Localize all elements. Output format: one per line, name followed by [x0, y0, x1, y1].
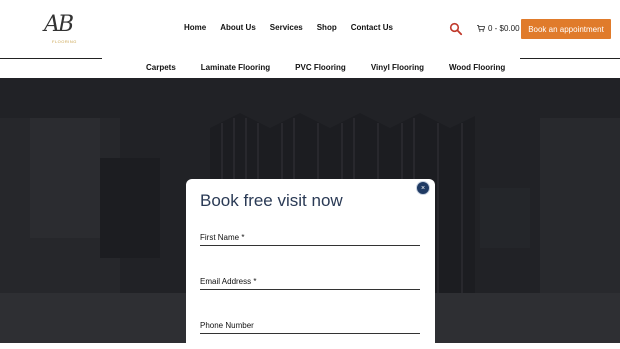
- close-icon: ×: [420, 184, 426, 192]
- search-icon[interactable]: [449, 22, 463, 36]
- modal-title: Book free visit now: [200, 191, 343, 210]
- category-vinyl-flooring[interactable]: Vinyl Flooring: [371, 63, 424, 72]
- cart-icon: [477, 25, 485, 32]
- nav-about-us[interactable]: About Us: [220, 23, 256, 32]
- logo-text: AB: [44, 12, 74, 37]
- nav-services[interactable]: Services: [270, 23, 303, 32]
- nav-contact-us[interactable]: Contact Us: [351, 23, 393, 32]
- category-pvc-flooring[interactable]: PVC Flooring: [295, 63, 346, 72]
- first-name-input[interactable]: [200, 245, 420, 246]
- logo-subtext: FLOORING: [52, 39, 77, 44]
- cart-link[interactable]: 0 - $0.00: [477, 24, 520, 33]
- booking-modal: Book free visit now First Name * Email A…: [186, 179, 435, 349]
- cart-total: 0 - $0.00: [488, 24, 520, 33]
- nav-shop[interactable]: Shop: [317, 23, 337, 32]
- phone-label: Phone Number: [200, 321, 254, 330]
- phone-input[interactable]: [200, 333, 420, 334]
- category-laminate-flooring[interactable]: Laminate Flooring: [201, 63, 270, 72]
- category-wood-flooring[interactable]: Wood Flooring: [449, 63, 505, 72]
- modal-close-button[interactable]: ×: [416, 181, 430, 195]
- first-name-label: First Name *: [200, 233, 245, 242]
- site-logo[interactable]: AB FLOORING: [44, 12, 80, 46]
- email-input[interactable]: [200, 289, 420, 290]
- category-carpets[interactable]: Carpets: [146, 63, 176, 72]
- main-nav: Home About Us Services Shop Contact Us: [184, 23, 393, 32]
- site-header: AB FLOORING Home About Us Services Shop …: [0, 0, 620, 58]
- nav-home[interactable]: Home: [184, 23, 206, 32]
- email-label: Email Address *: [200, 277, 257, 286]
- book-appointment-button[interactable]: Book an appointment: [521, 19, 611, 39]
- category-nav: Carpets Laminate Flooring PVC Flooring V…: [146, 63, 505, 72]
